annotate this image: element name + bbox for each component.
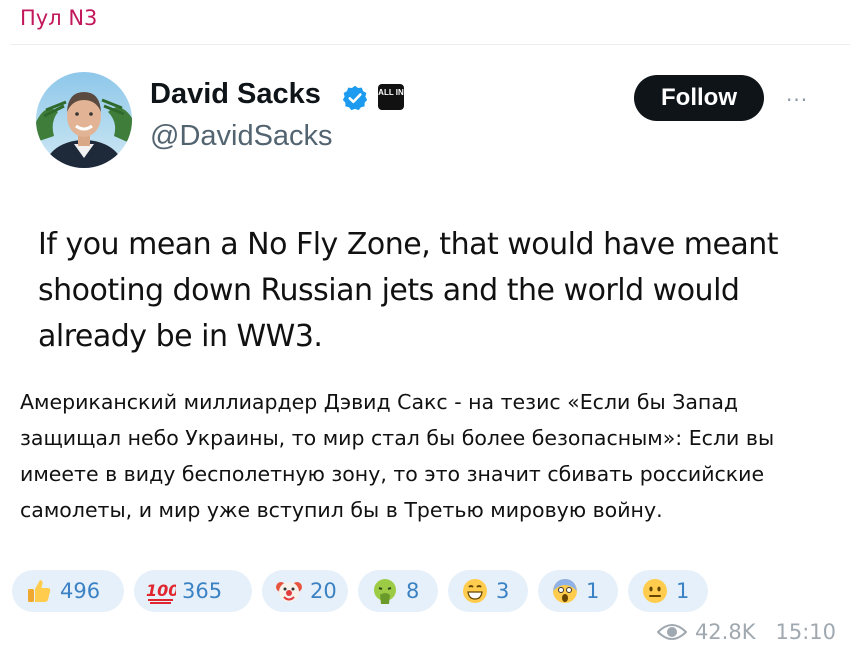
reaction-nauseated[interactable]: 8 [358,570,438,612]
reaction-thumbs-up[interactable]: 496 [12,570,124,612]
reaction-count: 20 [310,579,337,603]
reaction-count: 3 [496,579,510,603]
thumbs-up-icon [24,576,54,606]
reaction-clown[interactable]: 20 [262,570,348,612]
reaction-count: 1 [676,579,690,603]
svg-text:100: 100 [146,581,176,600]
reaction-grin[interactable]: 3 [448,570,528,612]
nauseated-face-icon [370,576,400,606]
avatar[interactable] [36,72,132,168]
reaction-neutral[interactable]: 1 [628,570,708,612]
author-name[interactable]: David Sacks [150,78,321,111]
reaction-count: 365 [182,579,223,603]
reaction-count: 496 [60,579,101,603]
channel-name[interactable]: Пул N3 [20,6,97,30]
all-in-badge-icon: ALL IN [378,84,404,110]
hundred-points-icon: 100 [146,576,176,606]
reaction-hundred[interactable]: 100 365 [134,570,252,612]
view-count: 42.8K [694,620,756,644]
tweet-text: If you mean a No Fly Zone, that would ha… [38,227,779,354]
author-handle[interactable]: @DavidSacks [150,120,333,153]
reaction-count: 8 [406,579,420,603]
more-options-icon[interactable]: ··· [786,88,808,112]
follow-button[interactable]: Follow [634,75,764,121]
reaction-count: 1 [586,579,600,603]
eye-icon [656,622,688,642]
clown-face-icon [274,576,304,606]
post-time: 15:10 [775,620,836,644]
post-caption: Американский миллиардер Дэвид Сакс - на … [20,390,775,522]
reaction-scream[interactable]: 1 [538,570,618,612]
grinning-face-icon [460,576,490,606]
post-meta: 42.8K 15:10 [656,620,836,644]
verified-icon [341,84,369,112]
screaming-face-icon [550,576,580,606]
neutral-face-icon [640,576,670,606]
